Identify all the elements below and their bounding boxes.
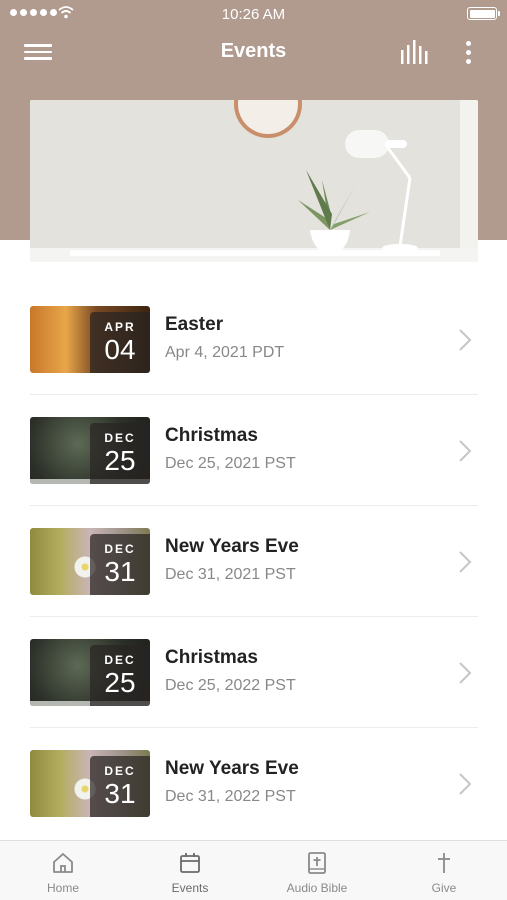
status-time: 10:26 AM bbox=[221, 6, 286, 23]
event-name: Christmas bbox=[165, 647, 258, 668]
date-badge: DEC 25 bbox=[90, 423, 150, 484]
event-list-item[interactable]: DEC 25 Christmas Dec 25, 2021 PST bbox=[30, 395, 478, 506]
event-name: New Years Eve bbox=[165, 536, 299, 557]
event-name: Easter bbox=[165, 314, 224, 335]
tab-give[interactable]: Give bbox=[381, 841, 507, 900]
date-month: DEC bbox=[104, 653, 136, 667]
tab-label: Events bbox=[171, 881, 209, 895]
tab-bar: Home Events Audio Bible Give bbox=[0, 840, 507, 900]
date-day: 31 bbox=[104, 778, 136, 809]
event-date: Dec 25, 2021 PST bbox=[165, 455, 296, 472]
date-month: APR bbox=[104, 320, 136, 334]
event-date: Apr 4, 2021 PDT bbox=[165, 344, 285, 361]
date-badge: DEC 25 bbox=[90, 645, 150, 706]
calendar-icon bbox=[180, 853, 200, 873]
nav-bar: Events bbox=[0, 28, 507, 78]
more-options-button[interactable] bbox=[458, 38, 478, 68]
event-thumbnail: DEC 25 bbox=[30, 417, 150, 484]
tab-label: Home bbox=[46, 881, 79, 895]
status-bar: 10:26 AM bbox=[0, 0, 507, 28]
home-icon bbox=[53, 853, 73, 873]
date-day: 25 bbox=[104, 667, 136, 698]
bible-icon bbox=[308, 852, 326, 874]
tab-label: Audio Bible bbox=[286, 881, 348, 895]
date-badge: APR 04 bbox=[90, 312, 150, 373]
tab-home[interactable]: Home bbox=[0, 841, 126, 900]
date-badge: DEC 31 bbox=[90, 534, 150, 595]
cross-icon bbox=[438, 853, 450, 873]
tab-label: Give bbox=[431, 881, 457, 895]
event-thumbnail: DEC 31 bbox=[30, 528, 150, 595]
event-name: Christmas bbox=[165, 425, 258, 446]
hero-image bbox=[30, 100, 478, 262]
event-list: APR 04 Easter Apr 4, 2021 PDT DEC 25 Chr… bbox=[30, 284, 478, 839]
date-month: DEC bbox=[104, 764, 136, 778]
audio-levels-icon bbox=[401, 40, 428, 64]
date-day: 25 bbox=[104, 445, 136, 476]
event-list-item[interactable]: APR 04 Easter Apr 4, 2021 PDT bbox=[30, 284, 478, 395]
chevron-right-icon bbox=[459, 329, 472, 351]
date-month: DEC bbox=[104, 542, 136, 556]
event-date: Dec 31, 2022 PST bbox=[165, 788, 296, 805]
tab-audio-bible[interactable]: Audio Bible bbox=[254, 841, 380, 900]
chevron-right-icon bbox=[459, 773, 472, 795]
date-month: DEC bbox=[104, 431, 136, 445]
date-badge: DEC 31 bbox=[90, 756, 150, 817]
chevron-right-icon bbox=[459, 551, 472, 573]
event-date: Dec 25, 2022 PST bbox=[165, 677, 296, 694]
chevron-right-icon bbox=[459, 440, 472, 462]
tab-events[interactable]: Events bbox=[127, 841, 253, 900]
event-list-item[interactable]: DEC 31 New Years Eve Dec 31, 2022 PST bbox=[30, 728, 478, 839]
chevron-right-icon bbox=[459, 662, 472, 684]
date-day: 04 bbox=[104, 334, 136, 365]
event-thumbnail: DEC 31 bbox=[30, 750, 150, 817]
event-list-item[interactable]: DEC 25 Christmas Dec 25, 2022 PST bbox=[30, 617, 478, 728]
event-name: New Years Eve bbox=[165, 758, 299, 779]
event-date: Dec 31, 2021 PST bbox=[165, 566, 296, 583]
date-day: 31 bbox=[104, 556, 136, 587]
hero-room-illustration bbox=[30, 100, 478, 262]
event-thumbnail: APR 04 bbox=[30, 306, 150, 373]
event-list-item[interactable]: DEC 31 New Years Eve Dec 31, 2021 PST bbox=[30, 506, 478, 617]
event-thumbnail: DEC 25 bbox=[30, 639, 150, 706]
battery-icon bbox=[467, 7, 500, 20]
audio-levels-button[interactable] bbox=[398, 40, 432, 66]
